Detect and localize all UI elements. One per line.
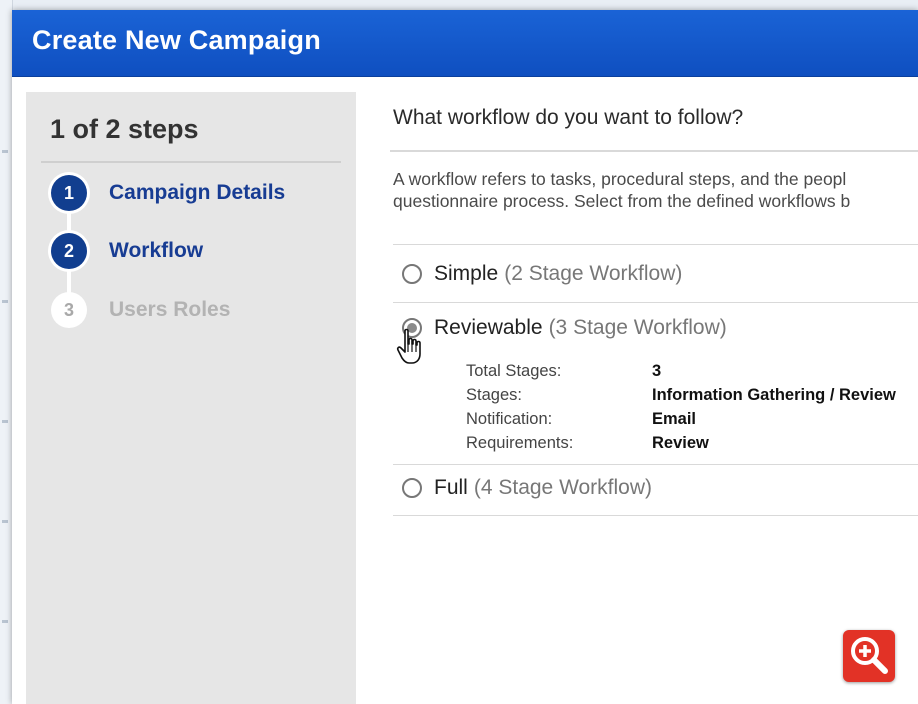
steps-panel: 1 of 2 steps 1 Campaign Details 2 Workfl…	[26, 92, 356, 704]
step-label: Campaign Details	[109, 181, 286, 204]
detail-key: Notification:	[466, 410, 553, 428]
zoom-in-icon	[851, 637, 888, 674]
detail-value: Review	[652, 434, 709, 452]
background-marker	[2, 150, 8, 153]
option-detail: (4 Stage Workflow)	[473, 476, 653, 499]
detail-key: Stages:	[466, 386, 522, 404]
step-label: Users Roles	[109, 298, 231, 321]
option-divider	[393, 302, 918, 303]
background-marker	[2, 620, 8, 623]
step-number: 2	[51, 233, 87, 269]
option-simple[interactable]: Simple (2 Stage Workflow)	[402, 262, 682, 286]
workflow-content: What workflow do you want to follow? A w…	[390, 92, 918, 704]
full-radio[interactable]	[402, 478, 422, 498]
dialog-title: Create New Campaign	[32, 25, 321, 55]
option-reviewable[interactable]: Reviewable (3 Stage Workflow)	[402, 316, 727, 340]
detail-row: Requirements: Review	[466, 434, 896, 458]
option-detail: (2 Stage Workflow)	[504, 262, 683, 285]
steps-count: 1 of 2 steps	[50, 114, 199, 144]
option-name: Full	[434, 476, 468, 499]
option-detail: (3 Stage Workflow)	[548, 316, 727, 339]
create-campaign-dialog: Create New Campaign 1 of 2 steps 1 Campa…	[12, 10, 918, 704]
workflow-question: What workflow do you want to follow?	[393, 106, 744, 129]
step-label: Workflow	[109, 239, 204, 262]
detail-value: Email	[652, 410, 697, 428]
background-marker	[2, 300, 8, 303]
option-full[interactable]: Full (4 Stage Workflow)	[402, 476, 652, 500]
steps-divider	[41, 161, 341, 163]
reviewable-details: Total Stages: 3 Stages: Information Gath…	[466, 362, 896, 458]
option-divider	[393, 515, 918, 516]
detail-key: Total Stages:	[466, 362, 562, 380]
detail-key: Requirements:	[466, 434, 574, 452]
hand-pointer-icon	[396, 328, 421, 364]
question-divider	[390, 150, 918, 152]
workflow-description: A workflow refers to tasks, procedural s…	[393, 168, 918, 212]
option-divider	[393, 464, 918, 465]
step-workflow[interactable]: 2 Workflow	[51, 233, 203, 269]
option-divider	[393, 244, 918, 245]
detail-row: Stages: Information Gathering / Review	[466, 386, 896, 410]
background-marker	[2, 520, 8, 523]
step-users-roles: 3 Users Roles	[51, 292, 230, 328]
description-line: A workflow refers to tasks, procedural s…	[393, 169, 847, 189]
detail-row: Notification: Email	[466, 410, 896, 434]
detail-row: Total Stages: 3	[466, 362, 896, 386]
simple-radio[interactable]	[402, 264, 422, 284]
step-number: 1	[51, 175, 87, 211]
option-name: Reviewable	[434, 316, 543, 339]
option-name: Simple	[434, 262, 499, 285]
zoom-button[interactable]	[843, 630, 895, 682]
dialog-titlebar: Create New Campaign	[12, 10, 918, 77]
description-line: questionnaire process. Select from the d…	[393, 191, 851, 211]
detail-value: 3	[652, 362, 662, 380]
step-number: 3	[51, 292, 87, 328]
step-campaign-details[interactable]: 1 Campaign Details	[51, 175, 285, 211]
background-marker	[2, 420, 8, 423]
detail-value: Information Gathering / Review	[652, 386, 896, 404]
